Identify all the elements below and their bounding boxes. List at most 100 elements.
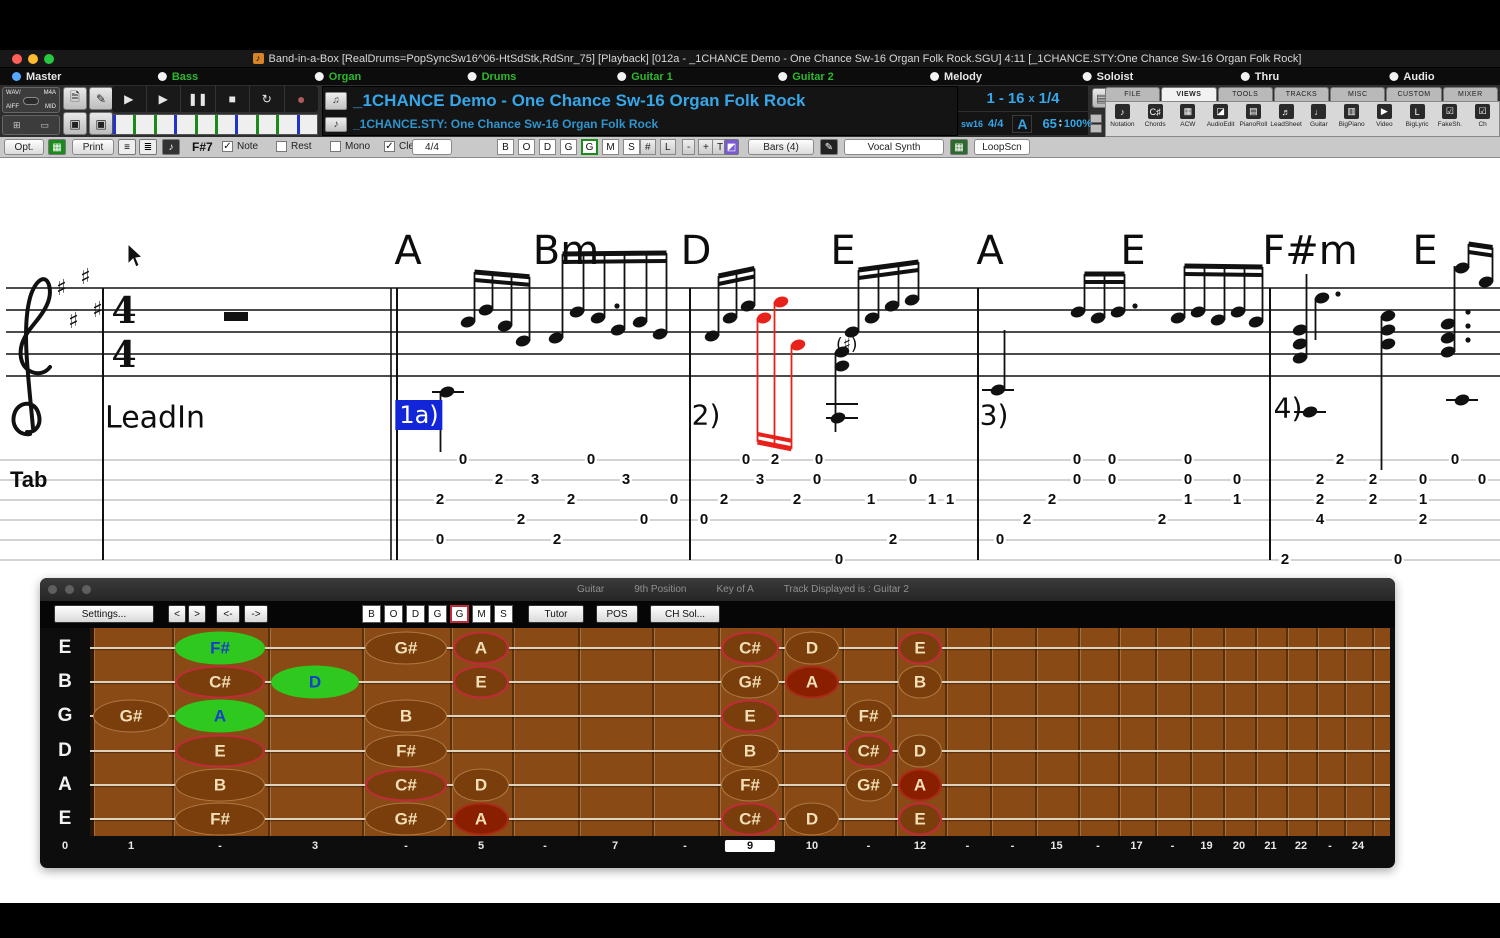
chord-symbol[interactable]: A (976, 228, 1003, 274)
tab-fret-number[interactable]: 2 (1155, 512, 1169, 528)
opt-button[interactable]: Opt. (4, 139, 44, 155)
notation-track-letter-b-0[interactable]: B (497, 139, 514, 155)
chord-symbol[interactable]: E (1412, 228, 1437, 274)
fret-label-10[interactable]: 10 (806, 840, 818, 852)
view-button-ch[interactable]: ☑ Ch (1466, 102, 1499, 128)
fret-note-gs-s4-f11[interactable]: G# (845, 768, 892, 802)
fret-label-23[interactable]: - (1328, 840, 1332, 852)
tab-fret-number[interactable]: 2 (1333, 452, 1347, 468)
tab-fret-number[interactable]: 0 (1181, 472, 1195, 488)
palette-icon[interactable]: ◩ (724, 139, 739, 155)
notation-track-letter-o-1[interactable]: O (518, 139, 535, 155)
fret-note-e-s5-f12[interactable]: E (898, 802, 942, 836)
zoom-window-icon[interactable] (44, 53, 54, 64)
fretboard[interactable]: F# G# A C# D E C# D E G# A B G# A B E F# E F# B C# D B C# D F# G# A… (90, 628, 1390, 836)
fret-label-8[interactable]: - (683, 840, 687, 852)
fret-label-16[interactable]: - (1096, 840, 1100, 852)
tab-fret-number[interactable]: 2 (564, 492, 578, 508)
tab-fret-number[interactable]: 0 (1475, 472, 1489, 488)
notation-entry-icon[interactable]: ♪ (162, 139, 180, 155)
small-button-1[interactable]: L (660, 139, 676, 155)
fret-note-fs-s5-f2[interactable]: F# (175, 802, 265, 836)
fret-note-d-s3-f12[interactable]: D (898, 734, 942, 768)
fret-note-d-s4-f5[interactable]: D (453, 768, 509, 802)
view-button-fakesh[interactable]: ☑ FakeSh. (1434, 102, 1467, 128)
checkbox-mono[interactable]: Mono (330, 141, 370, 152)
checkbox-note[interactable]: ✓ Note (222, 141, 258, 152)
tab-fret-number[interactable]: 4 (1313, 512, 1327, 528)
fb-track-letter-b-0[interactable]: B (362, 605, 381, 623)
save-song-button[interactable]: ▣ (63, 112, 87, 135)
play-button[interactable]: ▶ (112, 86, 147, 112)
fret-label-24[interactable]: 24 (1352, 840, 1364, 852)
tab-fret-number[interactable]: 2 (790, 492, 804, 508)
tab-fret-number[interactable]: 0 (637, 512, 651, 528)
timesig-box[interactable]: 4/4 (412, 139, 452, 155)
tempo-spinner[interactable]: ▲ ▼ (1058, 118, 1063, 129)
fb-zoom-icon[interactable] (82, 585, 91, 594)
fret-note-e-s3-f2[interactable]: E (175, 734, 265, 768)
tab-fret-number[interactable]: 0 (810, 472, 824, 488)
fb-track-letter-g-4[interactable]: G (450, 605, 469, 623)
tab-fret-number[interactable]: 0 (1448, 452, 1462, 468)
fb-nav-button-3[interactable]: <- (216, 605, 240, 623)
stop-button[interactable]: ■ (216, 86, 250, 112)
fret-note-d-s1-f3[interactable]: D (271, 665, 359, 699)
fret-label-5[interactable]: 5 (478, 840, 484, 852)
tempo-value[interactable]: 65 (1042, 116, 1056, 131)
fb-nav-button-2[interactable]: > (188, 605, 206, 623)
fb-tutor-button[interactable]: Tutor (528, 605, 584, 623)
track-audio[interactable]: Audio (1389, 68, 1435, 85)
view-button-notation[interactable]: ♪ Notation (1106, 102, 1139, 128)
tab-fret-number[interactable]: 2 (1366, 492, 1380, 508)
tab-fret-number[interactable]: 1 (864, 492, 878, 508)
chord-symbol[interactable]: E (1120, 228, 1145, 274)
tab-fret-number[interactable]: 0 (1391, 552, 1405, 568)
fret-label-12[interactable]: 12 (914, 840, 926, 852)
tab-fret-number[interactable]: 2 (1416, 512, 1430, 528)
fret-note-cs-s4-f4[interactable]: C# (365, 768, 447, 802)
section-marker[interactable]: LeadIn (105, 401, 205, 436)
fret-label-9[interactable]: 9 (724, 840, 776, 852)
tab-fret-number[interactable]: 2 (1020, 512, 1034, 528)
fret-note-e-s0-f12[interactable]: E (898, 631, 942, 665)
tab-fret-number[interactable]: 0 (739, 452, 753, 468)
tab-fret-number[interactable]: 0 (456, 452, 470, 468)
track-dot-icon[interactable] (157, 72, 167, 81)
fret-label-17[interactable]: 17 (1130, 840, 1142, 852)
fretboard-titlebar[interactable]: Guitar 9th Position Key of A Track Displaye… (40, 578, 1395, 601)
fret-note-cs-s3-f11[interactable]: C# (845, 734, 892, 768)
fret-note-b-s1-f12[interactable]: B (898, 665, 942, 699)
checkbox-box-icon[interactable] (330, 141, 341, 152)
tab-fret-number[interactable]: 3 (528, 472, 542, 488)
fret-label-13[interactable]: - (966, 840, 970, 852)
fret-note-gs-s1-f9[interactable]: G# (721, 665, 779, 699)
audio-format-box[interactable]: WAV/ M4A AIFF MID (2, 87, 60, 113)
fb-track-letter-g-3[interactable]: G (428, 605, 447, 623)
fb-nav-button-1[interactable]: < (168, 605, 186, 623)
track-dot-icon[interactable] (12, 72, 21, 81)
fret-note-fs-s3-f4[interactable]: F# (365, 734, 447, 768)
loop-button[interactable]: ↻ (250, 86, 285, 112)
tab-fret-number[interactable]: 0 (584, 452, 598, 468)
track-dot-icon[interactable] (1389, 72, 1399, 81)
feel-label[interactable]: sw16 (961, 119, 983, 129)
pencil-icon[interactable]: ✎ (820, 139, 838, 155)
fret-label-19[interactable]: 19 (1200, 840, 1212, 852)
checkbox-box-icon[interactable]: ✓ (384, 141, 395, 152)
view-button-guitar[interactable]: ♩ Guitar (1303, 102, 1336, 128)
fb-track-letter-m-5[interactable]: M (472, 605, 491, 623)
view-button-bigpiano[interactable]: ▥ BigPiano (1335, 102, 1368, 128)
small-button-2[interactable]: - (682, 139, 696, 155)
list-view-2-icon[interactable]: ≣ (139, 139, 157, 155)
tab-fret-number[interactable]: 1 (943, 492, 957, 508)
fb-close-icon[interactable] (48, 585, 57, 594)
ribbon-tab-file[interactable]: FILE (1105, 87, 1161, 101)
track-dot-icon[interactable] (467, 72, 477, 81)
fret-note-cs-s0-f9[interactable]: C# (721, 631, 779, 665)
tab-fret-number[interactable]: 0 (433, 532, 447, 548)
fret-note-b-s2-f4[interactable]: B (365, 699, 447, 733)
loop-range-display[interactable]: 1 - 16 x 1/4 (958, 86, 1088, 111)
chord-symbol[interactable]: E (830, 228, 855, 274)
close-window-icon[interactable] (12, 53, 22, 64)
